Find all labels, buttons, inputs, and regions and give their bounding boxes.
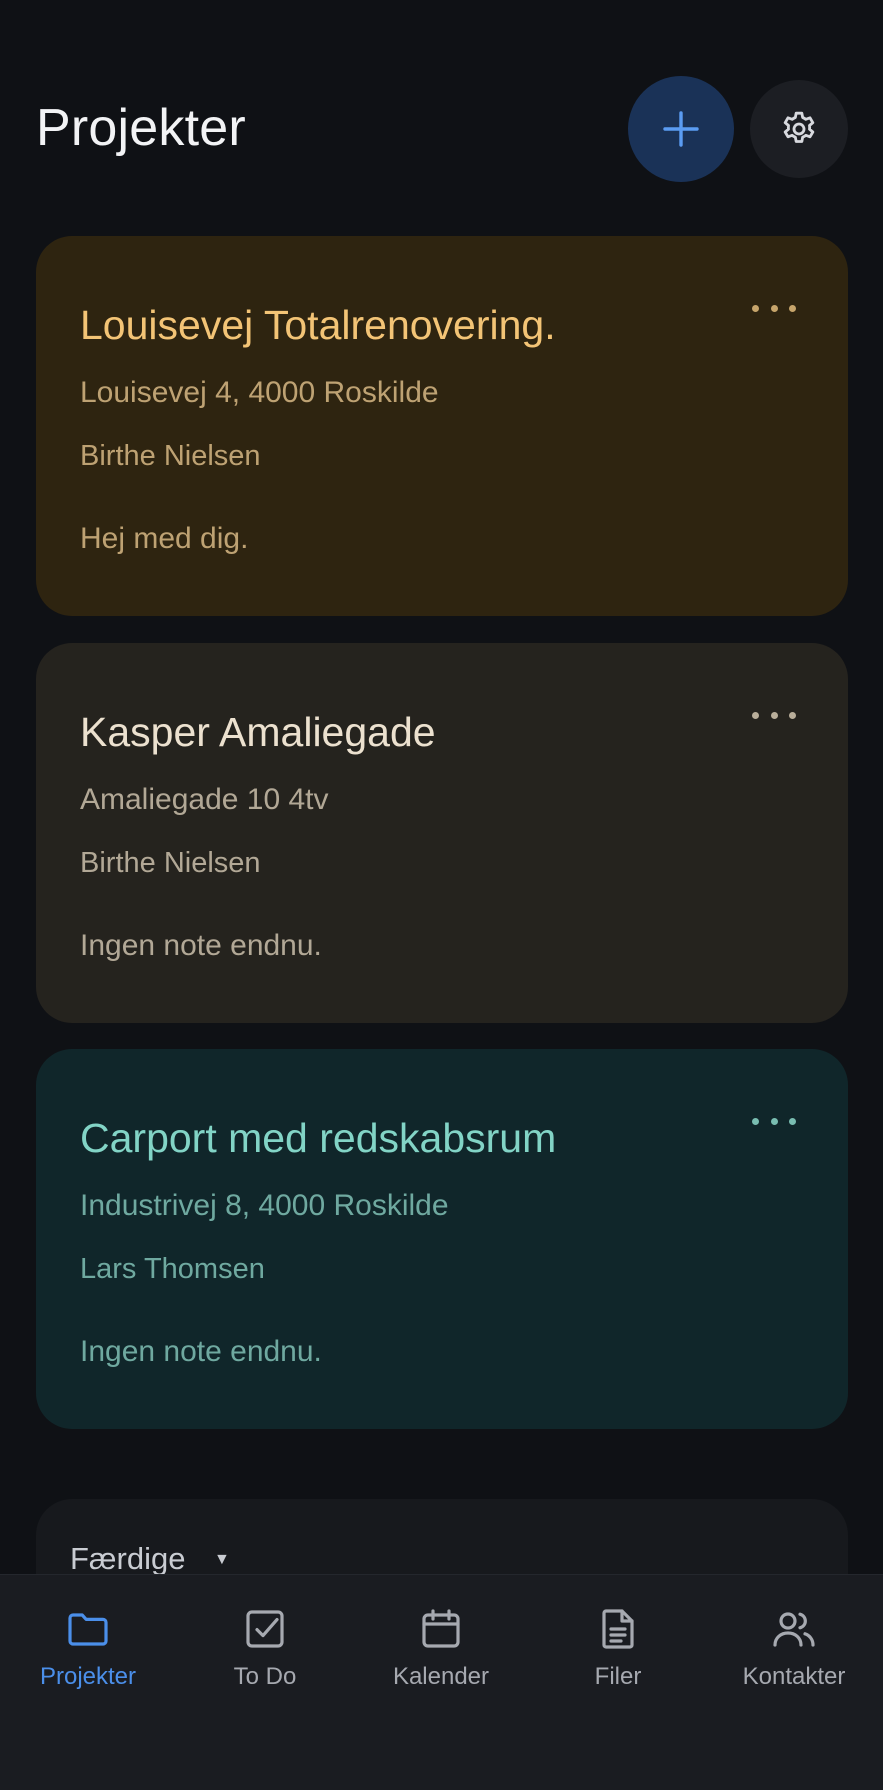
project-address: Louisevej 4, 4000 Roskilde (80, 376, 439, 409)
tab-projekter[interactable]: Projekter (8, 1605, 168, 1705)
app-screen: Projekter Louisevej Totalrenovering. Lou… (0, 0, 883, 1790)
tab-label: To Do (233, 1663, 297, 1690)
more-options-icon[interactable] (752, 705, 796, 725)
project-address: Industrivej 8, 4000 Roskilde (80, 1189, 449, 1222)
project-note: Ingen note endnu. (80, 929, 322, 962)
settings-button[interactable] (750, 80, 848, 178)
project-title: Carport med redskabsrum (80, 1115, 557, 1161)
bottom-tab-bar: Projekter To Do Kalender Filer Kontakter (0, 1574, 883, 1790)
header: Projekter (0, 0, 883, 220)
project-contact: Lars Thomsen (80, 1253, 265, 1285)
tab-kalender[interactable]: Kalender (361, 1605, 521, 1705)
tab-label: Filer (594, 1663, 642, 1690)
folder-icon (68, 1613, 108, 1646)
page-title: Projekter (36, 99, 246, 157)
checkbox-icon (246, 1610, 284, 1648)
project-card[interactable]: Louisevej Totalrenovering. Louisevej 4, … (36, 236, 848, 616)
tab-label: Projekter (39, 1663, 137, 1690)
tab-kontakter[interactable]: Kontakter (714, 1605, 874, 1705)
plus-icon (663, 111, 699, 147)
more-options-icon[interactable] (752, 298, 796, 318)
project-contact: Birthe Nielsen (80, 440, 261, 472)
completed-section-label: Færdige (70, 1541, 186, 1576)
tab-filer[interactable]: Filer (538, 1605, 698, 1705)
calendar-icon (422, 1609, 460, 1648)
project-title: Louisevej Totalrenovering. (80, 302, 556, 348)
gear-icon (783, 111, 815, 143)
project-note: Ingen note endnu. (80, 1335, 322, 1368)
project-card[interactable]: Kasper Amaliegade Amaliegade 10 4tv Birt… (36, 643, 848, 1023)
caret-down-icon: ▼ (214, 1551, 230, 1568)
project-contact: Birthe Nielsen (80, 847, 261, 879)
tab-label: Kalender (392, 1663, 490, 1690)
contacts-icon (773, 1612, 815, 1647)
project-note: Hej med dig. (80, 522, 249, 555)
file-icon (602, 1609, 634, 1649)
project-card[interactable]: Carport med redskabsrum Industrivej 8, 4… (36, 1049, 848, 1429)
add-project-button[interactable] (628, 76, 734, 182)
project-title: Kasper Amaliegade (80, 709, 436, 755)
tab-label: Kontakter (742, 1663, 846, 1690)
project-address: Amaliegade 10 4tv (80, 783, 329, 816)
more-options-icon[interactable] (752, 1111, 796, 1131)
tab-todo[interactable]: To Do (185, 1605, 345, 1705)
